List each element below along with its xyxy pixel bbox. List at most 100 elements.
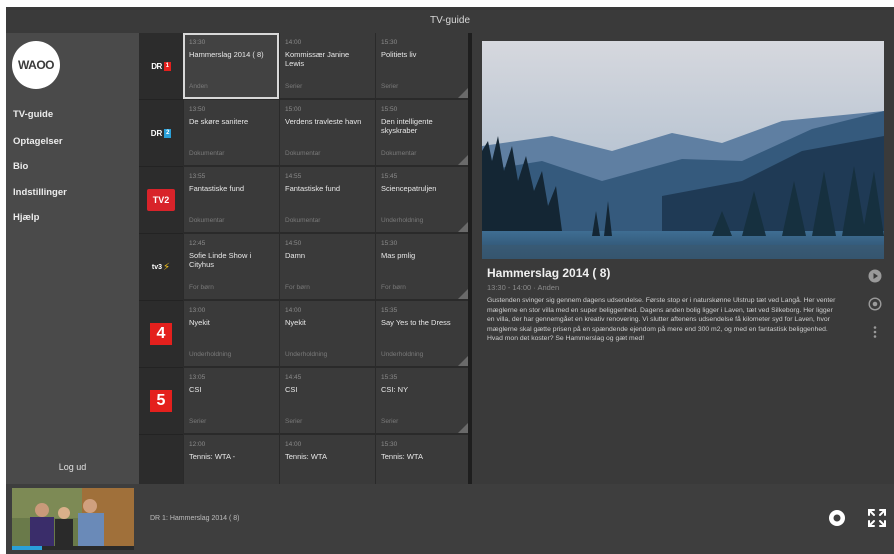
program-cell[interactable]: 14:45 CSI Serier bbox=[279, 368, 375, 434]
video-thumbnail-image bbox=[12, 488, 134, 550]
title-bar: TV-guide bbox=[6, 7, 894, 33]
program-cell[interactable]: 15:50 Den intelligente skyskraber Dokume… bbox=[375, 100, 472, 166]
channel-row: DR 2 13:50 De skøre sanitere Dokumentar 1… bbox=[139, 100, 472, 167]
channel-logo-dr1[interactable]: DR 1 bbox=[139, 33, 183, 100]
mini-player-thumbnail[interactable] bbox=[12, 488, 134, 550]
program-genre: Serier bbox=[189, 418, 207, 425]
tv3-logo: tv3 ⚡ bbox=[151, 261, 171, 273]
channel-logo-tv2[interactable]: TV2 bbox=[139, 167, 183, 234]
waoo-logo[interactable]: WAOO bbox=[12, 41, 60, 89]
channel-row: 5 13:05 CSI Serier 14:45 CSI Serier 15:3… bbox=[139, 368, 472, 435]
program-title: CSI: NY bbox=[381, 385, 409, 394]
sidebar: WAOO TV-guide Optagelser Bio Indstilling… bbox=[6, 33, 139, 484]
program-title-heading: Hammerslag 2014 ( 8) bbox=[487, 266, 611, 280]
fullscreen-icon bbox=[868, 509, 886, 527]
program-cell[interactable]: 15:30 Tennis: WTA bbox=[375, 435, 472, 484]
program-time: 14:00 bbox=[285, 307, 302, 314]
program-cell[interactable]: 12:45 Sofie Linde Show i Cityhus For bør… bbox=[183, 234, 279, 300]
program-cell[interactable]: 13:00 Nyekit Underholdning bbox=[183, 301, 279, 367]
sidebar-item-optagelser[interactable]: Optagelser bbox=[13, 136, 63, 147]
program-title: Sciencepatruljen bbox=[381, 184, 437, 193]
play-button[interactable] bbox=[868, 269, 882, 283]
program-time: 14:45 bbox=[285, 374, 302, 381]
play-icon bbox=[868, 269, 882, 283]
program-cell[interactable]: 13:05 CSI Serier bbox=[183, 368, 279, 434]
tv-guide-app: TV-guide WAOO TV-guide Optagelser Bio In… bbox=[0, 0, 894, 554]
program-genre: Dokumentar bbox=[381, 150, 417, 157]
program-time: 14:00 bbox=[285, 441, 302, 448]
program-meta: 13:30 - 14:00 · Anden bbox=[487, 283, 560, 292]
program-time: 13:55 bbox=[189, 173, 206, 180]
program-description: Gustenden svinger sig gennem dagens udse… bbox=[487, 297, 836, 342]
program-cell[interactable]: 15:35 Say Yes to the Dress Underholdning bbox=[375, 301, 472, 367]
program-cell[interactable]: 14:00 Nyekit Underholdning bbox=[279, 301, 375, 367]
kanal4-logo: 4 bbox=[150, 323, 172, 345]
program-time: 12:00 bbox=[189, 441, 206, 448]
program-time: 12:45 bbox=[189, 240, 206, 247]
program-genre: Dokumentar bbox=[189, 150, 225, 157]
program-cell[interactable]: 15:00 Verdens travleste havn Dokumentar bbox=[279, 100, 375, 166]
program-cell[interactable]: 15:30 Politiets liv Serier bbox=[375, 33, 472, 99]
program-time: 15:30 bbox=[381, 441, 398, 448]
window-title: TV-guide bbox=[429, 14, 471, 26]
sidebar-item-indstillinger[interactable]: Indstillinger bbox=[13, 187, 67, 198]
sidebar-item-hjaelp[interactable]: Hjælp bbox=[13, 212, 39, 223]
program-genre: For børn bbox=[189, 284, 214, 291]
now-playing-text: DR 1: Hammerslag 2014 ( 8) bbox=[150, 515, 240, 522]
program-cell[interactable]: 14:00 Kommissær Janine Lewis Serier bbox=[279, 33, 375, 99]
program-title: Mas pmlig bbox=[381, 251, 416, 260]
program-time: 14:50 bbox=[285, 240, 302, 247]
program-title: Fantastiske fund bbox=[285, 184, 341, 193]
logout-button[interactable]: Log ud bbox=[6, 462, 139, 472]
more-icon bbox=[873, 326, 877, 338]
program-title: Sofie Linde Show i Cityhus bbox=[189, 251, 252, 269]
program-time: 15:45 bbox=[381, 173, 398, 180]
program-genre: Dokumentar bbox=[189, 217, 225, 224]
program-title: Fantastiske fund bbox=[189, 184, 245, 193]
channel-logo-tv3sport[interactable] bbox=[139, 435, 183, 484]
sidebar-item-bio[interactable]: Bio bbox=[13, 161, 28, 172]
sidebar-item-tv-guide[interactable]: TV-guide bbox=[13, 109, 53, 120]
program-genre: Serier bbox=[381, 83, 399, 90]
program-time: 15:00 bbox=[285, 106, 302, 113]
record-icon bbox=[829, 510, 845, 526]
channel-logo-tv3[interactable]: tv3 ⚡ bbox=[139, 234, 183, 301]
program-title: CSI bbox=[189, 385, 202, 394]
fullscreen-button[interactable] bbox=[866, 507, 888, 529]
program-genre: Anden bbox=[189, 83, 208, 90]
program-time: 13:00 bbox=[189, 307, 206, 314]
more-options-button[interactable] bbox=[868, 325, 882, 339]
program-cell[interactable]: 13:50 De skøre sanitere Dokumentar bbox=[183, 100, 279, 166]
program-cell[interactable]: 14:50 Damn For børn bbox=[279, 234, 375, 300]
channel-row: TV2 13:55 Fantastiske fund Dokumentar 14… bbox=[139, 167, 472, 234]
channel-logo-kanal4[interactable]: 4 bbox=[139, 301, 183, 368]
record-icon bbox=[868, 297, 882, 311]
program-title: Politiets liv bbox=[381, 50, 417, 59]
channel-logo-dr2[interactable]: DR 2 bbox=[139, 100, 183, 167]
program-genre: Serier bbox=[285, 418, 303, 425]
record-button[interactable] bbox=[828, 509, 846, 527]
program-cell[interactable]: 15:45 Sciencepatruljen Underholdning bbox=[375, 167, 472, 233]
program-time: 14:55 bbox=[285, 173, 302, 180]
program-cell[interactable]: 13:55 Fantastiske fund Dokumentar bbox=[183, 167, 279, 233]
program-title: De skøre sanitere bbox=[189, 117, 249, 126]
record-program-button[interactable] bbox=[868, 297, 882, 311]
program-title: Verdens travleste havn bbox=[285, 117, 362, 126]
program-cell[interactable]: 15:30 Mas pmlig For børn bbox=[375, 234, 472, 300]
channel-logo-kanal5[interactable]: 5 bbox=[139, 368, 183, 435]
epg-grid[interactable]: DR 1 13:30 Hammerslag 2014 ( 8) Anden 14:… bbox=[139, 33, 472, 484]
program-title: Damn bbox=[285, 251, 306, 260]
program-cell[interactable]: 12:00 Tennis: WTA - bbox=[183, 435, 279, 484]
program-time: 15:30 bbox=[381, 39, 398, 46]
program-cell[interactable]: 14:00 Tennis: WTA bbox=[279, 435, 375, 484]
program-title: Say Yes to the Dress bbox=[381, 318, 451, 327]
program-time: 15:50 bbox=[381, 106, 398, 113]
program-title: CSI bbox=[285, 385, 298, 394]
program-cell[interactable]: 14:55 Fantastiske fund Dokumentar bbox=[279, 167, 375, 233]
dr2-logo: DR 2 bbox=[150, 128, 172, 138]
channel-row: 12:00 Tennis: WTA - 14:00 Tennis: WTA 15… bbox=[139, 435, 472, 484]
program-cell[interactable]: 13:30 Hammerslag 2014 ( 8) Anden bbox=[183, 33, 279, 99]
program-title: Tennis: WTA bbox=[285, 452, 327, 461]
program-title: Tennis: WTA - bbox=[189, 452, 236, 461]
program-cell[interactable]: 15:35 CSI: NY Serier bbox=[375, 368, 472, 434]
